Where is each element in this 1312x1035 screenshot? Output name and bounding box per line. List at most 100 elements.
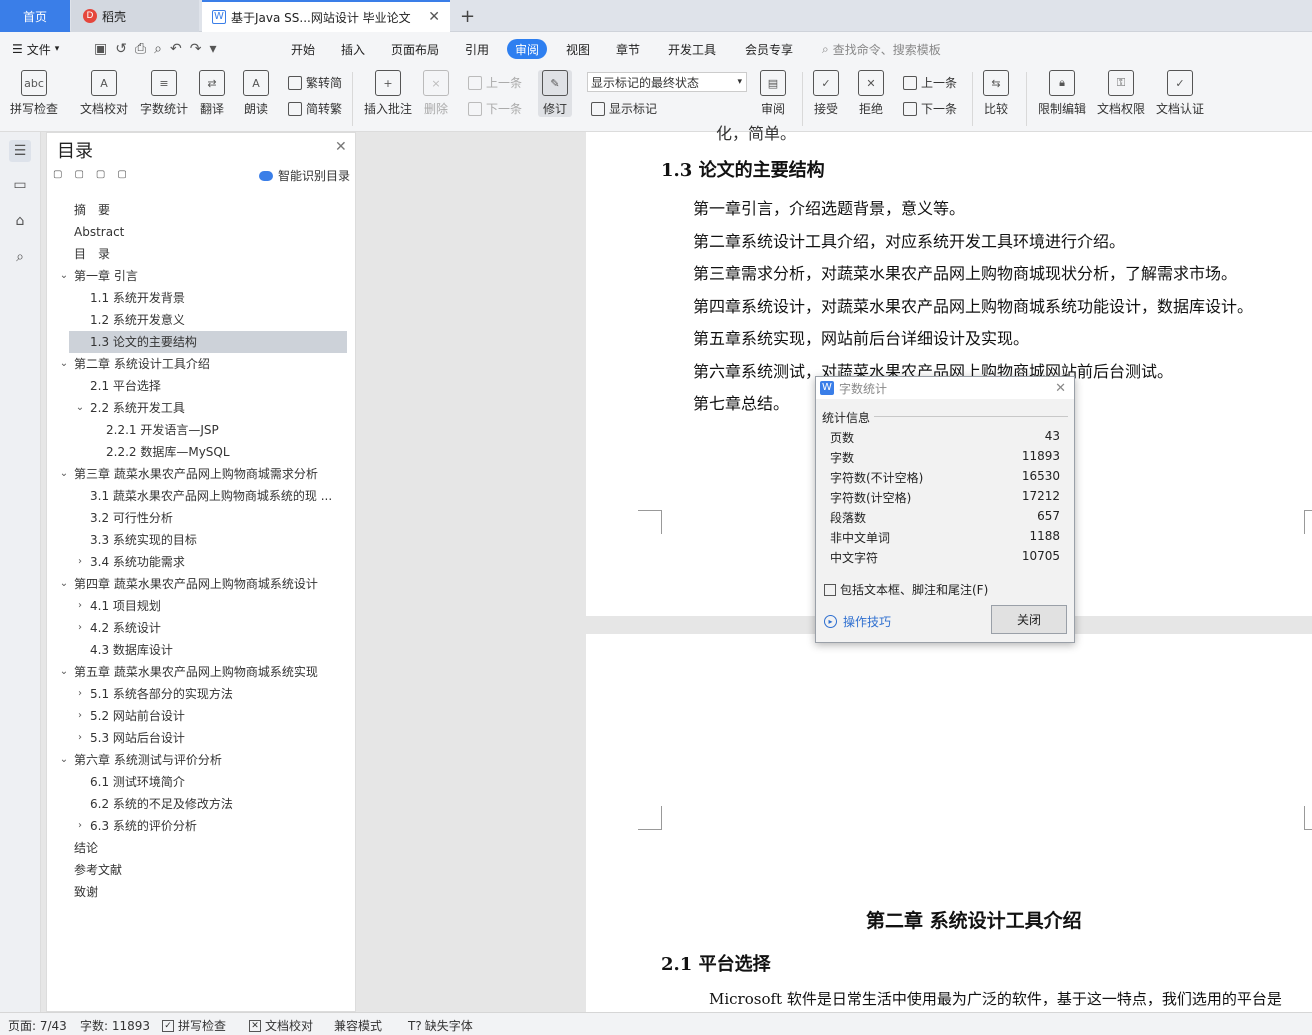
search-command[interactable]: ⌕ 查找命令、搜索模板: [822, 32, 941, 66]
chevron-right-icon[interactable]: ›: [74, 732, 86, 743]
menu-review[interactable]: 审阅: [507, 39, 548, 59]
navigation-icon[interactable]: ▭: [9, 174, 31, 196]
toc-item[interactable]: 摘 要: [74, 199, 110, 221]
toc-item[interactable]: 2.2 系统开发工具: [90, 397, 185, 419]
word-count-indicator[interactable]: 字数: 11893: [80, 1017, 150, 1034]
toc-item[interactable]: 3.1 蔬菜水果农产品网上购物商城系统的现 ...: [90, 485, 332, 507]
document-page[interactable]: 第二章 系统设计工具介绍 2.1 平台选择 Microsoft 软件是日常生活中…: [586, 634, 1312, 1012]
insert-comment-button[interactable]: + 插入批注: [364, 70, 412, 117]
toc-item[interactable]: 6.1 测试环境简介: [90, 771, 185, 793]
chevron-down-icon[interactable]: ⌄: [74, 402, 86, 413]
doc-proof-button[interactable]: A 文档校对: [80, 70, 128, 117]
chevron-right-icon[interactable]: ›: [74, 600, 86, 611]
toc-item[interactable]: 第五章 蔬菜水果农产品网上购物商城系统实现: [74, 661, 318, 683]
track-changes-button[interactable]: ✎ 修订: [538, 70, 572, 117]
show-markup-button[interactable]: 显示标记: [591, 100, 657, 117]
toc-item[interactable]: 3.2 可行性分析: [90, 507, 173, 529]
bookmark-icon[interactable]: ⌂: [9, 210, 31, 232]
markup-state-select[interactable]: 显示标记的最终状态 ▾: [587, 72, 747, 92]
toc-item[interactable]: 6.2 系统的不足及修改方法: [90, 793, 233, 815]
chevron-down-icon[interactable]: ⌄: [58, 270, 70, 281]
new-tab-icon[interactable]: +: [460, 0, 475, 32]
tab-home[interactable]: 首页: [0, 0, 70, 32]
read-aloud-button[interactable]: A 朗读: [243, 70, 269, 117]
include-footnotes-checkbox[interactable]: 包括文本框、脚注和尾注(F): [824, 581, 988, 598]
accept-button[interactable]: ✓ 接受: [813, 70, 839, 117]
tab-daoke[interactable]: D 稻壳: [71, 0, 199, 32]
menu-layout[interactable]: 页面布局: [391, 32, 439, 66]
close-icon[interactable]: ✕: [335, 139, 347, 155]
review-pane-button[interactable]: ▤ 审阅: [760, 70, 786, 117]
next-comment-button[interactable]: 下一条: [468, 100, 522, 117]
toc-item[interactable]: 2.1 平台选择: [90, 375, 161, 397]
toc-item[interactable]: 致谢: [74, 881, 98, 903]
translate-button[interactable]: ⇄ 翻译: [199, 70, 225, 117]
delete-comment-button[interactable]: × 删除: [423, 70, 449, 117]
compare-button[interactable]: ⇆ 比较: [983, 70, 1009, 117]
toc-expand-controls[interactable]: ▢▢▢▢: [53, 169, 139, 180]
chevron-right-icon[interactable]: ›: [74, 622, 86, 633]
close-tab-icon[interactable]: ✕: [428, 9, 440, 25]
toc-item[interactable]: 4.2 系统设计: [90, 617, 161, 639]
toc-item[interactable]: 1.1 系统开发背景: [90, 287, 185, 309]
tab-document[interactable]: W 基于Java SS...网站设计 毕业论文 ✕: [202, 0, 450, 32]
tips-link[interactable]: ▸ 操作技巧: [824, 613, 891, 630]
toc-item[interactable]: 1.3 论文的主要结构: [90, 331, 197, 353]
chevron-down-icon[interactable]: ⌄: [58, 754, 70, 765]
toc-item[interactable]: 第四章 蔬菜水果农产品网上购物商城系统设计: [74, 573, 318, 595]
restrict-editing-button[interactable]: 🔒︎ 限制编辑: [1038, 70, 1086, 117]
toc-item[interactable]: 5.3 网站后台设计: [90, 727, 185, 749]
chevron-down-icon[interactable]: ⌄: [58, 578, 70, 589]
menu-dev-tools[interactable]: 开发工具: [668, 32, 716, 66]
smart-toc-button[interactable]: 智能识别目录: [259, 167, 350, 184]
chevron-down-icon[interactable]: ⌄: [58, 468, 70, 479]
toc-item[interactable]: 第六章 系统测试与评价分析: [74, 749, 222, 771]
prev-comment-button[interactable]: 上一条: [468, 74, 522, 91]
toc-item[interactable]: 结论: [74, 837, 98, 859]
prev-change-button[interactable]: 上一条: [903, 74, 957, 91]
toc-item[interactable]: 1.2 系统开发意义: [90, 309, 185, 331]
toc-item[interactable]: 参考文献: [74, 859, 122, 881]
close-icon[interactable]: ✕: [1055, 381, 1066, 396]
doc-proof-status[interactable]: ✕ 文档校对: [249, 1017, 313, 1034]
next-change-button[interactable]: 下一条: [903, 100, 957, 117]
toc-item[interactable]: 3.3 系统实现的目标: [90, 529, 197, 551]
toc-item[interactable]: 2.2.2 数据库—MySQL: [106, 441, 230, 463]
missing-font-status[interactable]: T? 缺失字体: [408, 1017, 473, 1034]
menu-reference[interactable]: 引用: [465, 32, 489, 66]
menu-insert[interactable]: 插入: [341, 32, 365, 66]
toc-item[interactable]: 目 录: [74, 243, 110, 265]
toc-item[interactable]: 6.3 系统的评价分析: [90, 815, 197, 837]
chevron-down-icon[interactable]: ⌄: [58, 666, 70, 677]
menu-file[interactable]: ☰ 文件 ▾: [12, 32, 59, 66]
quick-access-toolbar[interactable]: ▣↺⎙⌕↶↷▾: [94, 32, 225, 66]
dialog-titlebar[interactable]: W 字数统计 ✕: [816, 377, 1074, 399]
doc-cert-button[interactable]: ✓ 文档认证: [1156, 70, 1204, 117]
doc-permission-button[interactable]: ⚿ 文档权限: [1097, 70, 1145, 117]
reject-button[interactable]: ✕ 拒绝: [858, 70, 884, 117]
close-button[interactable]: 关闭: [991, 605, 1067, 634]
toc-panel-icon[interactable]: ☰: [9, 140, 31, 162]
word-count-button[interactable]: ≡ 字数统计: [140, 70, 188, 117]
chevron-right-icon[interactable]: ›: [74, 710, 86, 721]
trad-to-simp-button[interactable]: 繁转简: [288, 74, 342, 91]
toc-item[interactable]: 第三章 蔬菜水果农产品网上购物商城需求分析: [74, 463, 318, 485]
chevron-right-icon[interactable]: ›: [74, 556, 86, 567]
toc-item[interactable]: 4.3 数据库设计: [90, 639, 173, 661]
toc-item[interactable]: 2.2.1 开发语言—JSP: [106, 419, 219, 441]
toc-item[interactable]: 3.4 系统功能需求: [90, 551, 185, 573]
toc-item[interactable]: 第二章 系统设计工具介绍: [74, 353, 210, 375]
menu-start[interactable]: 开始: [291, 32, 315, 66]
toc-item[interactable]: 5.2 网站前台设计: [90, 705, 185, 727]
chevron-right-icon[interactable]: ›: [74, 688, 86, 699]
menu-view[interactable]: 视图: [566, 32, 590, 66]
simp-to-trad-button[interactable]: 简转繁: [288, 100, 342, 117]
spell-check-button[interactable]: abc 拼写检查: [10, 70, 58, 117]
chevron-down-icon[interactable]: ⌄: [58, 358, 70, 369]
menu-member[interactable]: 会员专享: [745, 32, 793, 66]
menu-chapter[interactable]: 章节: [616, 32, 640, 66]
chevron-right-icon[interactable]: ›: [74, 820, 86, 831]
toc-item[interactable]: 第一章 引言: [74, 265, 138, 287]
search-icon[interactable]: ⌕: [9, 246, 31, 268]
page-indicator[interactable]: 页面: 7/43: [8, 1017, 67, 1034]
